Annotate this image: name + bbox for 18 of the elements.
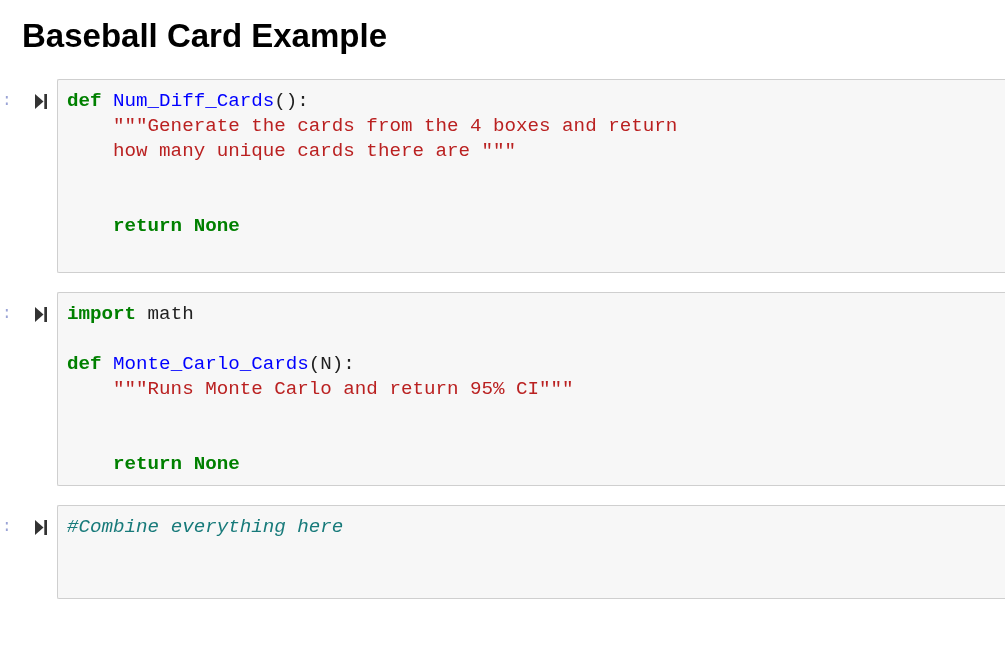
code-line: def Monte_Carlo_Cards(N): <box>67 352 355 377</box>
code-line: how many unique cards there are """ <box>113 139 517 164</box>
skip-forward-icon[interactable] <box>35 520 47 535</box>
code-editor[interactable]: import math def Monte_Carlo_Cards(N): """Runs Monte Carlo and return 95% CI""" return None <box>57 292 1005 486</box>
code-line: #Combine everything here <box>67 515 344 540</box>
cell-prompt: : <box>2 92 12 110</box>
code-line: def Num_Diff_Cards(): <box>67 89 309 114</box>
skip-forward-icon[interactable] <box>35 94 47 109</box>
code-line: import math <box>67 302 194 327</box>
code-line: return None <box>113 214 240 239</box>
cell-prompt: : <box>2 518 12 536</box>
page-title: Baseball Card Example <box>22 17 387 55</box>
cell-prompt: : <box>2 305 12 323</box>
code-line: """Runs Monte Carlo and return 95% CI""" <box>113 377 574 402</box>
code-line: return None <box>113 452 240 477</box>
code-line: """Generate the cards from the 4 boxes and return <box>113 114 678 139</box>
code-editor[interactable]: #Combine everything here <box>57 505 1005 599</box>
skip-forward-icon[interactable] <box>35 307 47 322</box>
